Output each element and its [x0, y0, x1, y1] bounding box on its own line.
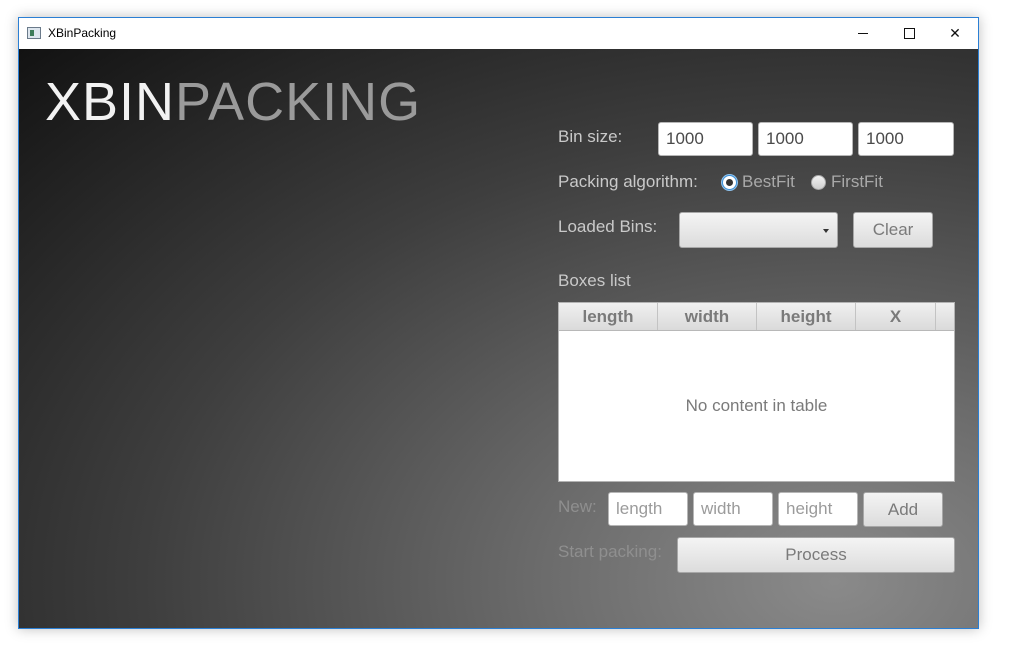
start-packing-label: Start packing: [558, 542, 662, 561]
logo-part-1: XBIN [45, 72, 176, 132]
new-height-input[interactable]: height [778, 492, 858, 526]
column-header-width[interactable]: width [658, 303, 757, 330]
maximize-button[interactable] [886, 18, 932, 49]
bestfit-radio[interactable] [722, 175, 737, 190]
new-box-label: New: [558, 497, 597, 516]
firstfit-radio[interactable] [811, 175, 826, 190]
bestfit-label[interactable]: BestFit [742, 172, 795, 192]
column-header-filler [936, 303, 954, 330]
close-button[interactable]: ✕ [932, 18, 978, 49]
loaded-bins-select[interactable] [679, 212, 838, 248]
boxes-table[interactable]: length width height X No content in tabl… [558, 302, 955, 482]
clear-button[interactable]: Clear [853, 212, 933, 248]
app-logo: XBINPACKING [45, 71, 421, 133]
bin-length-input[interactable]: 1000 [658, 122, 753, 156]
column-header-height[interactable]: height [757, 303, 856, 330]
window-title: XBinPacking [48, 26, 117, 40]
boxes-list-label: Boxes list [558, 271, 631, 290]
maximize-icon [903, 28, 915, 39]
new-length-input[interactable]: length [608, 492, 688, 526]
bin-height-input[interactable]: 1000 [858, 122, 954, 156]
table-header: length width height X [559, 303, 954, 331]
close-icon: ✕ [949, 25, 961, 41]
title-bar[interactable]: XBinPacking ✕ [19, 18, 978, 49]
minimize-icon [858, 33, 868, 34]
logo-part-2: PACKING [175, 72, 422, 132]
firstfit-label[interactable]: FirstFit [831, 172, 883, 192]
bin-width-input[interactable]: 1000 [758, 122, 853, 156]
new-width-input[interactable]: width [693, 492, 773, 526]
app-icon [27, 27, 41, 39]
packing-algorithm-label: Packing algorithm: [558, 172, 698, 191]
bin-size-label: Bin size: [558, 127, 623, 146]
empty-table-message: No content in table [685, 396, 828, 415]
process-button[interactable]: Process [677, 537, 955, 573]
app-window: XBinPacking ✕ XBINPACKING Bin size: 1000… [18, 17, 979, 629]
minimize-button[interactable] [840, 18, 886, 49]
chevron-down-icon [823, 229, 829, 233]
loaded-bins-label: Loaded Bins: [558, 217, 658, 236]
main-panel: XBINPACKING Bin size: 1000 1000 1000 Pac… [19, 49, 978, 628]
add-button[interactable]: Add [863, 492, 943, 527]
column-header-x[interactable]: X [856, 303, 936, 330]
column-header-length[interactable]: length [559, 303, 658, 330]
